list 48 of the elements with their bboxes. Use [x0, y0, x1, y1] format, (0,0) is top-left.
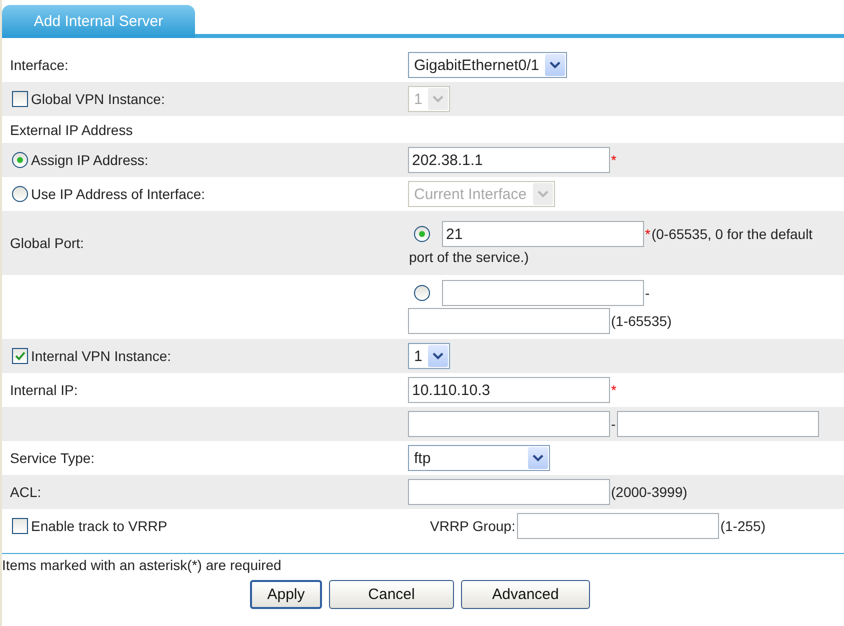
text-field[interactable] — [408, 479, 610, 505]
field-label: ACL: — [10, 484, 42, 500]
range-hint: port of the service.) — [409, 249, 529, 265]
section-heading: External IP Address — [10, 122, 133, 138]
text-field[interactable] — [408, 308, 610, 334]
range-hint: (1-255) — [720, 518, 766, 534]
field-label: Interface: — [10, 57, 68, 73]
dropdown[interactable]: GigabitEthernet0/1 — [408, 52, 568, 78]
dropdown[interactable]: 1 — [408, 343, 450, 369]
range-hint: (2000-3999) — [611, 484, 688, 500]
radio-button[interactable] — [414, 226, 430, 242]
field-label: Internal IP: — [10, 382, 78, 398]
text-field[interactable] — [517, 513, 720, 539]
field-label: Service Type: — [10, 450, 95, 466]
text-field[interactable] — [442, 280, 644, 306]
required-asterisk: * — [611, 152, 616, 168]
cancel-button[interactable]: Cancel — [329, 580, 454, 609]
range-separator: - — [645, 285, 650, 301]
checkbox[interactable] — [12, 91, 28, 107]
text-field[interactable]: 202.38.1.1 — [408, 147, 610, 173]
checkbox[interactable] — [12, 518, 28, 534]
range-hint: (1-65535) — [611, 313, 672, 329]
text-field[interactable]: 10.110.10.3 — [408, 377, 610, 403]
text-field[interactable]: 21 — [442, 221, 644, 247]
text-field[interactable] — [616, 411, 819, 437]
radio-button[interactable] — [414, 285, 430, 301]
apply-button[interactable]: Apply — [250, 580, 322, 609]
radio-button[interactable] — [12, 186, 28, 202]
range-hint: (0-65535, 0 for the default — [651, 226, 813, 242]
field-label: Global Port: — [10, 235, 84, 251]
checkbox-label: Internal VPN Instance: — [31, 348, 172, 364]
checkbox-label: Global VPN Instance: — [31, 91, 165, 107]
required-asterisk: * — [611, 382, 616, 398]
dropdown[interactable]: ftp — [408, 445, 550, 471]
required-asterisk: * — [645, 226, 650, 242]
chevron-down-icon[interactable] — [545, 54, 566, 76]
range-separator: - — [611, 416, 616, 432]
radio-label: Use IP Address of Interface: — [31, 186, 206, 202]
radio-button[interactable] — [12, 152, 28, 168]
chevron-down-icon[interactable] — [528, 447, 548, 469]
checkbox[interactable] — [12, 348, 28, 364]
chevron-down-icon[interactable] — [428, 345, 448, 367]
text-field[interactable] — [408, 411, 610, 437]
field-label: VRRP Group: — [430, 518, 516, 534]
required-note: Items marked with an asterisk(*) are required — [2, 553, 844, 573]
checkbox-label: Enable track to VRRP — [31, 518, 168, 534]
radio-label: Assign IP Address: — [31, 152, 148, 168]
advanced-button[interactable]: Advanced — [461, 580, 590, 609]
